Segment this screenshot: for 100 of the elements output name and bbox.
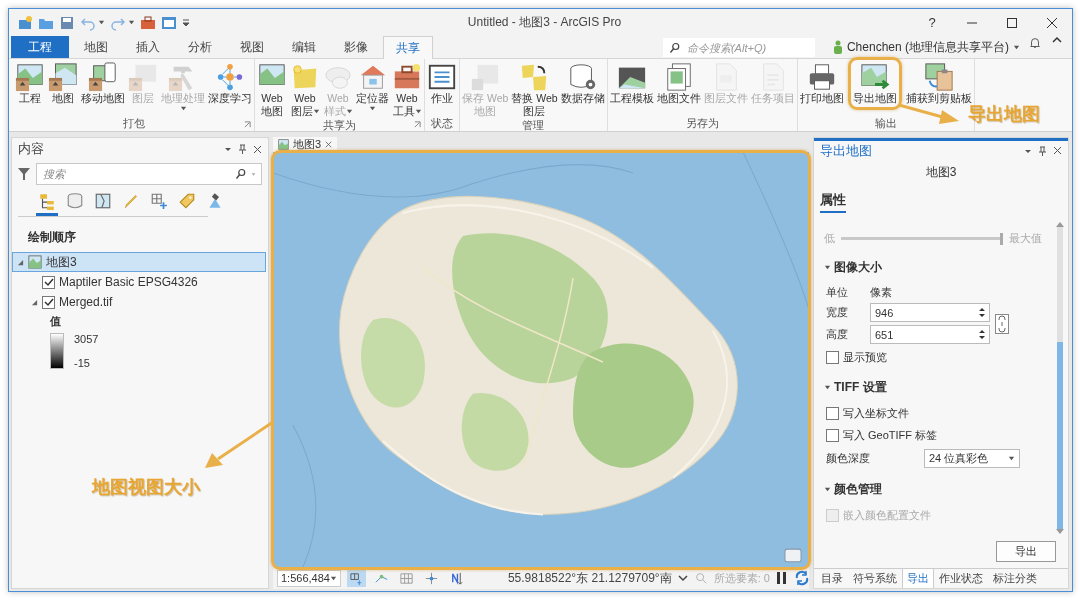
selection-count: 所选要素: 0 — [713, 570, 770, 586]
section-header[interactable]: 颜色管理 — [824, 473, 882, 502]
caret-icon — [1008, 455, 1015, 462]
scroll-up-icon — [1056, 221, 1064, 227]
ribbon-button[interactable]: 深度学习 — [207, 61, 253, 106]
field-label: 单位 — [826, 285, 849, 300]
pane-tab[interactable]: 符号系统 — [848, 569, 902, 588]
launcher-icon[interactable] — [414, 121, 421, 128]
tree-row[interactable]: 地图3 — [12, 252, 266, 272]
ribbon-tab[interactable]: 插入 — [123, 36, 173, 58]
ribbon-tab[interactable]: 视图 — [227, 36, 277, 58]
checkbox-option[interactable]: 显示预览 — [824, 349, 1050, 366]
tree-row[interactable]: Maptiler Basic EPSG4326 — [12, 272, 266, 292]
ribbon-button[interactable]: 定位器 — [355, 61, 390, 113]
ribbon-tab[interactable]: 共享 — [383, 36, 433, 59]
quick-access-button[interactable] — [161, 14, 177, 31]
expander-icon — [17, 258, 24, 266]
collapse-icon[interactable] — [1052, 36, 1062, 44]
quick-access-button[interactable] — [17, 14, 33, 31]
section-header[interactable]: TIFF 设置 — [824, 371, 887, 400]
legend-title: 值 — [50, 314, 62, 329]
ribbon-tab[interactable]: 编辑 — [279, 36, 329, 58]
caret-icon — [179, 105, 187, 112]
section-header[interactable]: 图像大小 — [824, 251, 882, 280]
pencil-icon — [122, 192, 140, 210]
field-label: 颜色深度 — [826, 451, 871, 466]
ribbon-button[interactable]: 工程 — [14, 61, 46, 106]
spinner-icon — [979, 329, 985, 340]
map-sheet-icon — [94, 192, 112, 210]
group-label: 管理 — [522, 119, 545, 132]
map-icon — [278, 139, 289, 150]
checkbox[interactable] — [42, 275, 55, 289]
search-field[interactable]: 搜索 — [36, 163, 262, 185]
close-icon — [1047, 17, 1057, 28]
toolbox-icon — [140, 14, 156, 31]
filter-icon — [18, 167, 30, 181]
caret-icon — [251, 171, 256, 177]
tree-row[interactable]: Merged.tif — [12, 292, 266, 312]
ribbon-button[interactable]: 作业 — [426, 61, 458, 106]
spinner-icon — [979, 307, 985, 318]
number-field[interactable]: 946 — [870, 303, 990, 322]
expander-icon — [31, 298, 38, 306]
checkbox[interactable] — [42, 295, 55, 309]
close-icon — [1053, 146, 1062, 155]
ribbon-button[interactable]: 替换 Web 图层 — [510, 61, 559, 119]
bell-icon[interactable] — [1028, 36, 1042, 50]
export-button[interactable]: 导出 — [996, 541, 1056, 562]
field-label: 高度 — [826, 327, 849, 342]
caret-icon — [824, 384, 831, 391]
ribbon-button[interactable]: 打印地图 — [798, 61, 845, 106]
pin-icon — [1038, 145, 1047, 156]
caret-icon — [369, 105, 376, 112]
pane-tab[interactable]: 作业状态 — [934, 569, 988, 588]
tree-label: 地图3 — [46, 253, 77, 271]
number-field[interactable]: 651 — [870, 325, 990, 344]
tree-label: Maptiler Basic EPSG4326 — [59, 275, 198, 289]
ribbon-tab[interactable]: 工程 — [11, 36, 69, 58]
new-project-icon — [17, 14, 33, 31]
package-icon — [48, 62, 78, 92]
unit-value: 像素 — [870, 285, 893, 300]
checkbox-option[interactable]: 写入坐标文件 — [824, 405, 1050, 422]
checkbox-option[interactable]: 写入 GeoTIFF 标签 — [824, 427, 1050, 444]
pane-tab[interactable]: 目录 — [816, 569, 848, 588]
ribbon-button[interactable]: 导出地图 — [851, 61, 898, 106]
color-depth-dropdown[interactable]: 24 位真彩色 — [924, 449, 1020, 468]
ribbon-button[interactable]: Web 工具 — [391, 61, 423, 119]
group-label: 共享为 — [323, 119, 356, 132]
search-icon — [668, 42, 681, 54]
database-icon — [66, 192, 84, 210]
ribbon-button[interactable]: 移动地图 — [80, 61, 126, 106]
ribbon-button[interactable]: 地图文件 — [655, 61, 702, 106]
launcher-icon[interactable] — [244, 121, 251, 128]
ribbon-button[interactable]: 工程模板 — [608, 61, 655, 106]
scrollbar[interactable] — [1056, 221, 1064, 535]
scroll-down-icon — [1056, 529, 1064, 535]
help-button[interactable]: ? — [912, 9, 952, 36]
ribbon-tab[interactable]: 分析 — [175, 36, 225, 58]
layer-package-icon — [128, 62, 158, 92]
command-search-field[interactable]: 命令搜索(Alt+Q) — [662, 38, 815, 57]
properties-tab[interactable]: 属性 — [820, 191, 846, 213]
pane-tab[interactable]: 导出 — [902, 569, 934, 588]
lock-icon[interactable] — [995, 313, 1009, 334]
ribbon-button[interactable]: Web 地图 — [256, 61, 288, 119]
ribbon-button[interactable]: 数据存储 — [559, 61, 606, 106]
tree-label: Merged.tif — [59, 295, 113, 309]
close-icon — [325, 141, 333, 148]
crosshair-icon — [423, 570, 439, 586]
pane-title: 导出地图 — [820, 141, 873, 160]
customize-caret-icon[interactable] — [182, 18, 190, 27]
ribbon-tab[interactable]: 影像 — [331, 36, 381, 58]
check-icon — [43, 297, 54, 307]
caret-icon — [329, 574, 337, 582]
group-label: 输出 — [874, 117, 897, 131]
pane-tab[interactable]: 标注分类 — [988, 569, 1042, 588]
ribbon-button[interactable]: 地图 — [47, 61, 79, 106]
quick-access-button[interactable] — [140, 14, 156, 31]
ribbon-tab[interactable]: 地图 — [71, 36, 121, 58]
quick-access-button[interactable] — [59, 14, 75, 31]
ribbon-button[interactable]: Web 图层 — [289, 61, 321, 119]
user-menu[interactable]: Chenchen (地理信息共享平台) — [832, 36, 1020, 58]
